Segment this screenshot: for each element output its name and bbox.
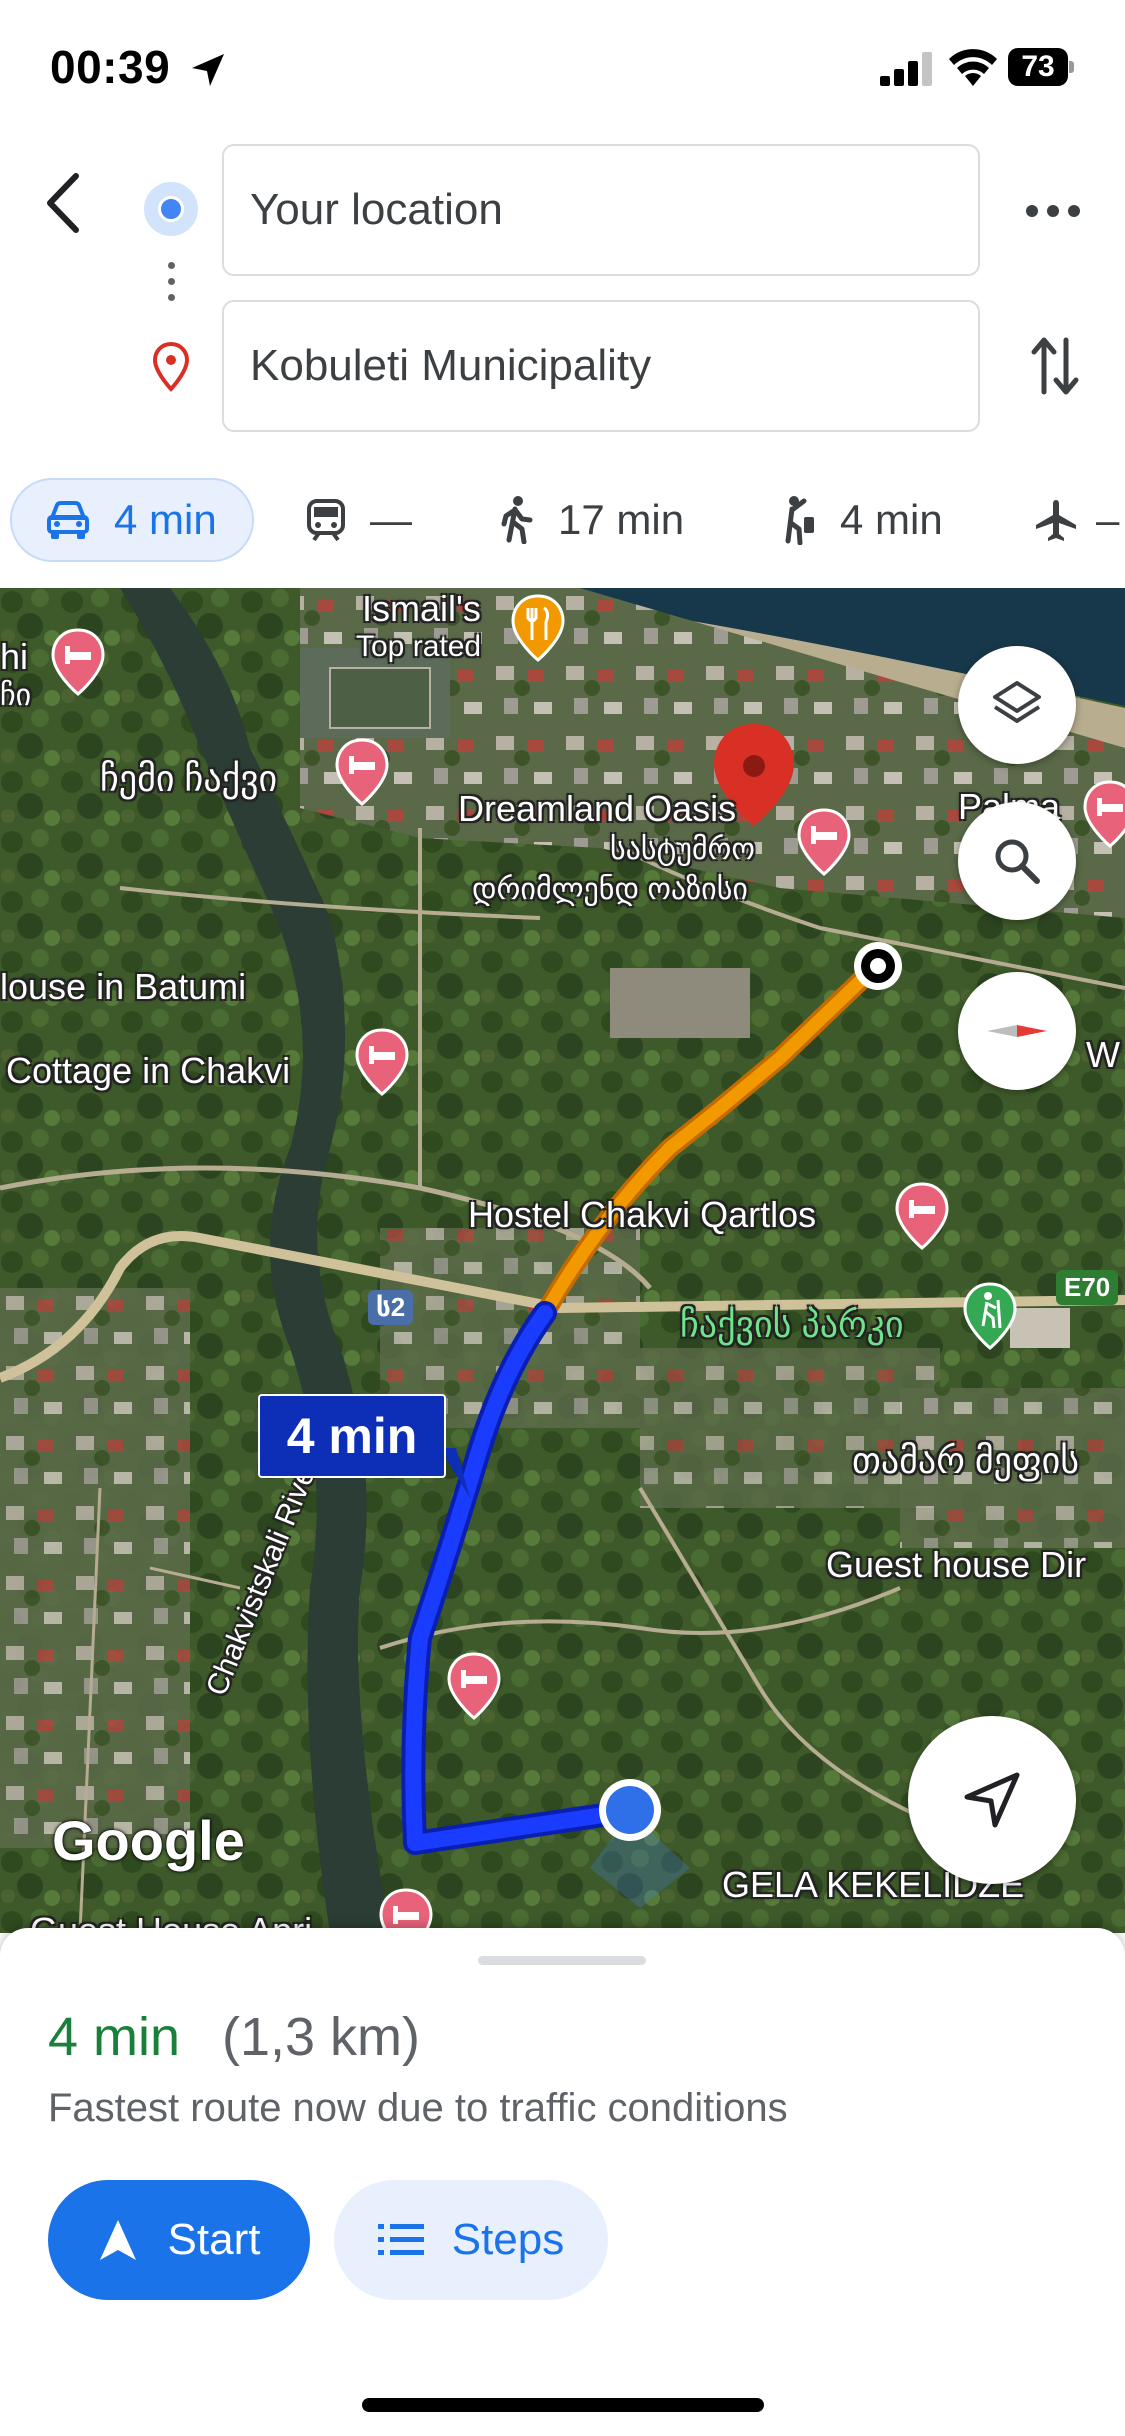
map-label: დრიმლენდ ოაზისი xyxy=(472,873,748,906)
origin-dot-icon xyxy=(144,182,198,236)
walk-icon xyxy=(501,496,533,544)
steps-label: Steps xyxy=(451,2215,565,2264)
map-label: louse in Batumi xyxy=(0,966,247,1007)
ride-hail-icon xyxy=(785,496,814,545)
search-icon xyxy=(995,839,1040,884)
battery-indicator: 73 xyxy=(1008,48,1074,86)
route-note: Fastest route now due to traffic conditi… xyxy=(48,2086,788,2130)
battery-level: 73 xyxy=(1021,50,1055,83)
route-duration-callout[interactable]: 4 min xyxy=(258,1394,446,1478)
hotel-pin-icon[interactable] xyxy=(354,1028,410,1096)
google-attribution: Google xyxy=(52,1809,245,1872)
hotel-pin-icon[interactable] xyxy=(446,1652,502,1720)
map-label: hi xyxy=(0,636,29,677)
map-label: Cottage in Chakvi xyxy=(6,1050,291,1091)
destination-input[interactable]: Kobuleti Municipality xyxy=(222,300,980,432)
destination-pin-icon xyxy=(152,342,190,392)
status-time: 00:39 xyxy=(50,41,171,93)
hotel-pin-icon[interactable] xyxy=(378,1888,434,1933)
layers-icon xyxy=(993,681,1041,723)
google-maps-directions-screen: 00:39 73 Your location Kobuleti Municipa… xyxy=(0,0,1125,2436)
hotel-pin-icon[interactable] xyxy=(1082,780,1125,848)
start-button[interactable]: Start xyxy=(48,2180,310,2300)
park-pin-icon[interactable] xyxy=(962,1282,1018,1350)
list-icon xyxy=(377,2224,424,2255)
tab-ride-hail-label: 4 min xyxy=(840,496,943,543)
my-location-button[interactable] xyxy=(908,1716,1076,1884)
map-label: თამარ მეფის xyxy=(852,1440,1080,1481)
tab-walk[interactable]: 17 min xyxy=(498,478,684,562)
tab-transit[interactable]: — xyxy=(306,478,412,562)
compass-icon xyxy=(987,1025,1047,1037)
swap-locations-icon[interactable] xyxy=(1030,334,1080,398)
map-label: ჩი xyxy=(0,679,32,712)
route-duration: 4 min xyxy=(48,2007,181,2067)
map-label: Ismail's xyxy=(362,588,481,629)
origin-input[interactable]: Your location xyxy=(222,144,980,276)
map-view[interactable]: Ismail's Top rated hi ჩი ჩემი ჩაქვი Drea… xyxy=(0,588,1125,1933)
route-distance: (1,3 km) xyxy=(222,2007,421,2067)
route-connector-dots xyxy=(166,262,176,312)
more-options-icon[interactable] xyxy=(1024,196,1082,226)
tab-fly[interactable]: – xyxy=(1034,478,1119,562)
train-icon xyxy=(307,499,345,542)
home-indicator xyxy=(362,2398,764,2412)
layers-button[interactable] xyxy=(958,646,1076,764)
map-label: ჩემი ჩაქვი xyxy=(100,758,278,799)
hotel-pin-icon[interactable] xyxy=(796,808,852,876)
navigation-arrow-icon xyxy=(964,1772,1020,1828)
start-label: Start xyxy=(167,2215,261,2264)
road-shield: ს2 xyxy=(368,1290,414,1325)
tab-ride-hail[interactable]: 4 min xyxy=(778,478,943,562)
search-along-route-button[interactable] xyxy=(958,802,1076,920)
compass-button[interactable] xyxy=(958,972,1076,1090)
road-shield: E70 xyxy=(1056,1270,1119,1305)
wifi-icon xyxy=(949,49,997,86)
restaurant-pin-icon[interactable] xyxy=(510,594,566,662)
hotel-pin-icon[interactable] xyxy=(894,1182,950,1250)
hotel-pin-icon[interactable] xyxy=(50,628,106,696)
route-summary-sheet: 4 min (1,3 km) Fastest route now due to … xyxy=(0,1928,1125,2436)
tab-transit-label: — xyxy=(370,496,412,543)
hotel-pin-icon[interactable] xyxy=(334,738,390,806)
location-arrow-icon xyxy=(192,54,224,86)
map-label: სასტუმრო xyxy=(610,833,756,866)
tab-fly-label: – xyxy=(1096,496,1120,543)
tab-drive[interactable]: 4 min xyxy=(10,478,254,562)
map-label: Hostel Chakvi Qartlos xyxy=(468,1194,817,1235)
travel-mode-tabs: 4 min — 17 min 4 min – xyxy=(0,478,1125,568)
map-label: Top rated xyxy=(356,630,482,663)
tab-drive-label: 4 min xyxy=(114,496,217,543)
map-label: W xyxy=(1086,1034,1120,1075)
back-button[interactable] xyxy=(38,168,94,238)
map-label: Guest house Dir xyxy=(826,1544,1087,1585)
car-icon xyxy=(47,501,89,539)
map-label: ჩაქვის პარკი xyxy=(680,1304,904,1345)
map-label: Dreamland Oasis xyxy=(458,788,737,829)
navigation-start-icon xyxy=(99,2220,136,2260)
status-bar: 00:39 73 xyxy=(0,0,1125,135)
steps-button[interactable]: Steps xyxy=(334,2180,608,2300)
tab-walk-label: 17 min xyxy=(558,496,685,543)
airplane-icon xyxy=(1036,500,1076,541)
sheet-drag-handle[interactable] xyxy=(478,1956,646,1965)
cellular-signal-icon xyxy=(880,52,932,86)
